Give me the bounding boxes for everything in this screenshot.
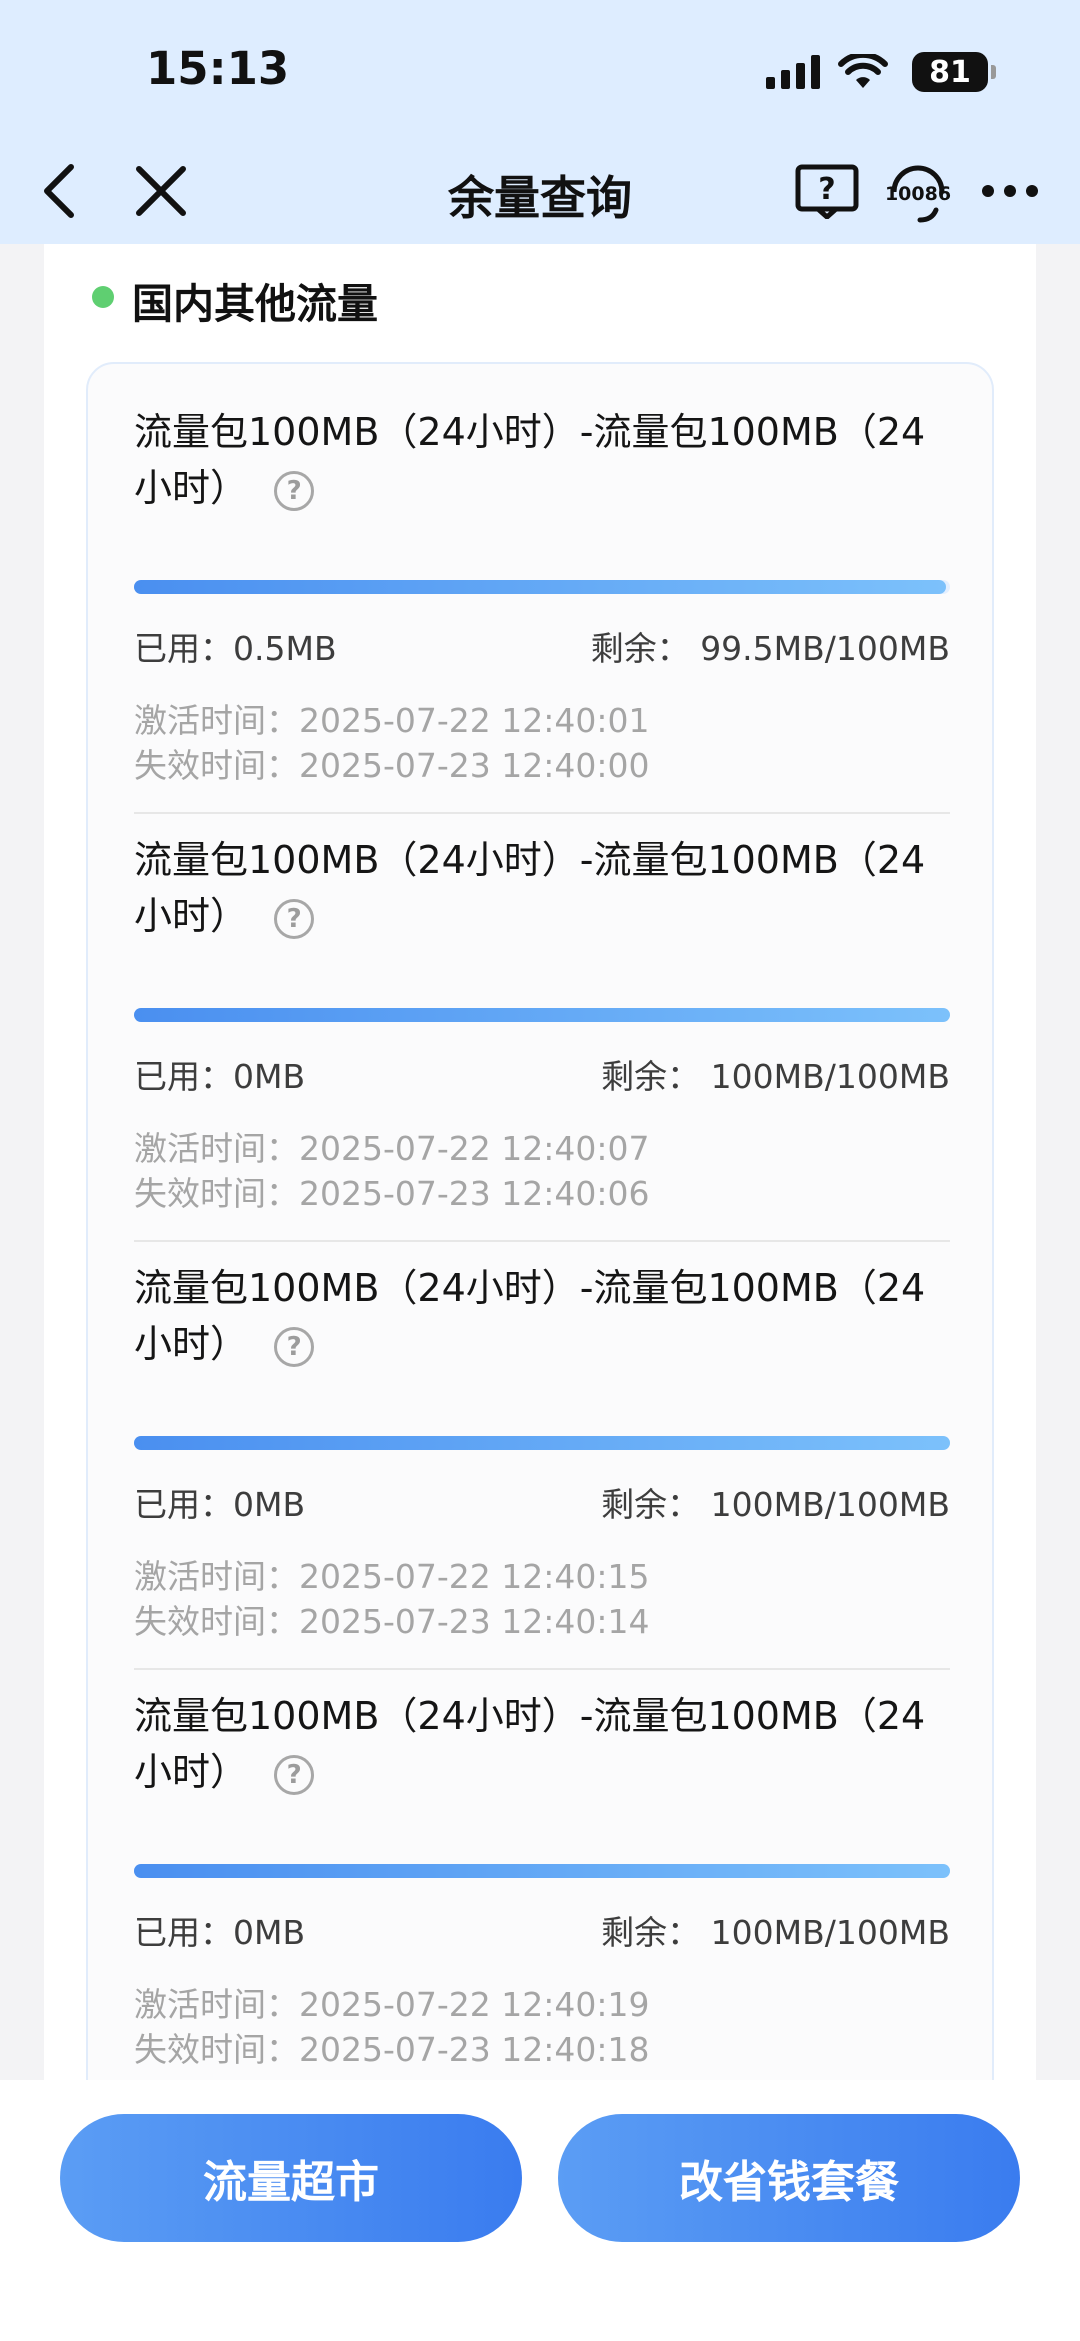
help-book-button[interactable]: ? [790, 156, 864, 226]
more-button[interactable] [970, 156, 1050, 226]
usage-progress-fill [134, 1008, 950, 1022]
usage-progress-bar [134, 1008, 950, 1022]
usage-progress-bar [134, 1864, 950, 1878]
nav-bar: 余量查询 ? 10086 [0, 150, 1080, 230]
activation-time: 激活时间：2025-07-22 12:40:15 [134, 1557, 650, 1596]
remaining-amount: 剩余： 100MB/100MB [601, 1906, 950, 1954]
package-title: 流量包100MB（24小时）-流量包100MB（24 小时） ? [134, 1260, 950, 1372]
section-dot [92, 286, 114, 308]
package-item: 流量包100MB（24小时）-流量包100MB（24 小时） ? 已用：0MB … [134, 1688, 950, 2116]
more-icon [982, 185, 1038, 197]
package-title: 流量包100MB（24小时）-流量包100MB（24 小时） ? [134, 404, 950, 516]
switch-plan-button[interactable]: 改省钱套餐 [558, 2114, 1020, 2242]
usage-row: 已用：0MB 剩余： 100MB/100MB [134, 1906, 950, 1954]
remaining-amount: 剩余： 100MB/100MB [601, 1478, 950, 1526]
battery-level: 81 [929, 54, 971, 90]
expiration-time: 失效时间：2025-07-23 12:40:00 [134, 746, 650, 785]
data-market-button[interactable]: 流量超市 [60, 2114, 522, 2242]
activation-time: 激活时间：2025-07-22 12:40:07 [134, 1129, 650, 1168]
battery-indicator: 81 [912, 52, 996, 92]
service-number: 10086 [885, 183, 951, 205]
used-amount: 已用：0.5MB [134, 629, 337, 668]
remaining-amount: 剩余： 99.5MB/100MB [591, 622, 950, 670]
package-title: 流量包100MB（24小时）-流量包100MB（24 小时） ? [134, 832, 950, 944]
usage-progress-bar [134, 580, 950, 594]
remaining-value: 100MB/100MB [710, 1485, 950, 1524]
usage-progress-fill [134, 1864, 950, 1878]
remaining-label: 剩余： [601, 1913, 701, 1952]
package-title: 流量包100MB（24小时）-流量包100MB（24 小时） ? [134, 1688, 950, 1800]
package-list-card: 流量包100MB（24小时）-流量包100MB（24 小时） ? 已用：0.5M… [86, 362, 994, 2122]
status-icons: 81 [766, 52, 996, 92]
remaining-value: 100MB/100MB [710, 1057, 950, 1096]
package-title-line2: 小时） [134, 466, 249, 510]
package-title-line1: 流量包100MB（24小时）-流量包100MB（24 [134, 1266, 926, 1310]
package-title-line1: 流量包100MB（24小时）-流量包100MB（24 [134, 410, 926, 454]
used-amount: 已用：0MB [134, 1913, 306, 1952]
package-item: 流量包100MB（24小时）-流量包100MB（24 小时） ? 已用：0MB … [134, 832, 950, 1260]
remaining-value: 99.5MB/100MB [700, 629, 950, 668]
wifi-icon [838, 54, 888, 88]
usage-progress-fill [134, 1436, 950, 1450]
package-title-line2: 小时） [134, 1322, 249, 1366]
section-title: 国内其他流量 [132, 280, 378, 328]
package-title-line1: 流量包100MB（24小时）-流量包100MB（24 [134, 1694, 926, 1738]
remaining-value: 100MB/100MB [710, 1913, 950, 1952]
question-icon[interactable]: ? [274, 1326, 315, 1367]
expiration-time: 失效时间：2025-07-23 12:40:06 [134, 1174, 650, 1213]
customer-service-button[interactable]: 10086 [878, 156, 958, 226]
item-divider [134, 1240, 950, 1242]
activation-time: 激活时间：2025-07-22 12:40:19 [134, 1985, 650, 2024]
used-amount: 已用：0MB [134, 1485, 306, 1524]
headset-icon: 10086 [885, 165, 951, 223]
bottom-action-bar: 流量超市 改省钱套餐 [0, 2080, 1080, 2341]
remaining-label: 剩余： [601, 1057, 701, 1096]
package-item: 流量包100MB（24小时）-流量包100MB（24 小时） ? 已用：0MB … [134, 1260, 950, 1688]
package-title-line2: 小时） [134, 1750, 249, 1794]
remaining-label: 剩余： [601, 1485, 701, 1524]
package-item: 流量包100MB（24小时）-流量包100MB（24 小时） ? 已用：0.5M… [134, 404, 950, 832]
usage-progress-fill [134, 580, 946, 594]
item-divider [134, 812, 950, 814]
expiration-time: 失效时间：2025-07-23 12:40:14 [134, 1602, 650, 1641]
remaining-label: 剩余： [590, 629, 690, 668]
question-icon[interactable]: ? [274, 470, 315, 511]
question-icon[interactable]: ? [274, 1754, 315, 1795]
header: 15:13 81 余量查询 ? 10086 [0, 0, 1080, 244]
item-divider [134, 1668, 950, 1670]
usage-progress-bar [134, 1436, 950, 1450]
usage-row: 已用：0.5MB 剩余： 99.5MB/100MB [134, 622, 950, 670]
remaining-amount: 剩余： 100MB/100MB [601, 1050, 950, 1098]
expiration-time: 失效时间：2025-07-23 12:40:18 [134, 2030, 650, 2069]
status-time: 15:13 [146, 42, 290, 95]
package-title-line2: 小时） [134, 894, 249, 938]
svg-text:?: ? [818, 172, 835, 207]
help-book-icon: ? [795, 164, 859, 219]
cellular-signal-icon [766, 55, 820, 89]
activation-time: 激活时间：2025-07-22 12:40:01 [134, 701, 650, 740]
used-amount: 已用：0MB [134, 1057, 306, 1096]
question-icon[interactable]: ? [274, 898, 315, 939]
package-title-line1: 流量包100MB（24小时）-流量包100MB（24 [134, 838, 926, 882]
usage-row: 已用：0MB 剩余： 100MB/100MB [134, 1478, 950, 1526]
usage-row: 已用：0MB 剩余： 100MB/100MB [134, 1050, 950, 1098]
